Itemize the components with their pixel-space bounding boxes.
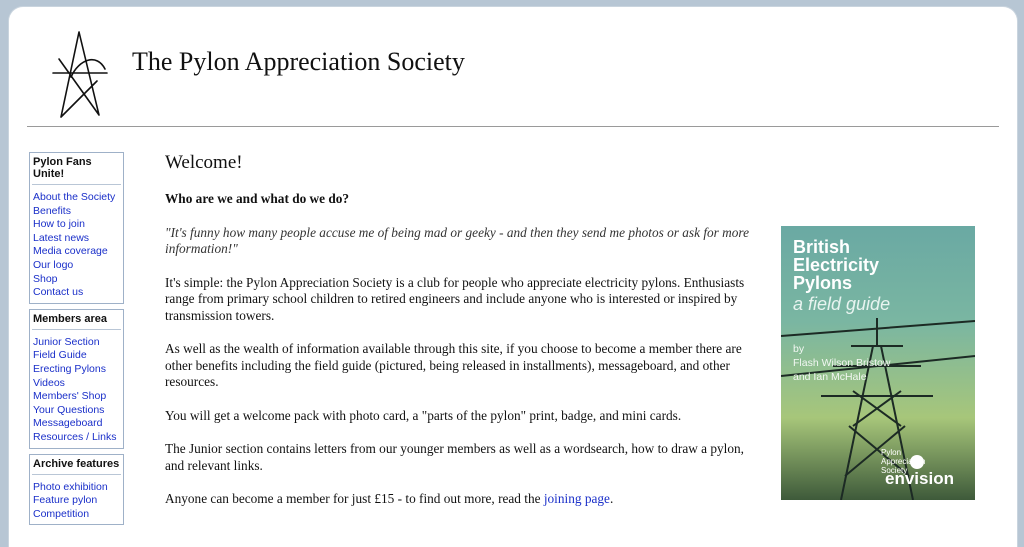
page-container: The Pylon Appreciation Society Pylon Fan…	[9, 7, 1017, 547]
site-title: The Pylon Appreciation Society	[132, 47, 465, 76]
sidebar-link-media-coverage[interactable]: Media coverage	[32, 245, 121, 259]
sidebar: Pylon Fans Unite! About the Society Bene…	[29, 152, 124, 530]
cover-publisher-line: Appreciation	[881, 457, 926, 466]
sidebar-link-feature-pylon[interactable]: Feature pylon	[32, 494, 121, 508]
cover-by: by	[793, 343, 805, 355]
intro-quote: "It's funny how many people accuse me of…	[165, 224, 750, 257]
field-guide-cover-image[interactable]: British Electricity Pylons a field guide…	[781, 226, 975, 500]
paragraph-membership: Anyone can become a member for just £15 …	[165, 491, 765, 508]
sidebar-link-erecting-pylons[interactable]: Erecting Pylons	[32, 363, 121, 377]
sidebar-link-competition[interactable]: Competition	[32, 508, 121, 522]
sidebar-box-title: Pylon Fans Unite!	[32, 155, 121, 185]
cover-subtitle: a field guide	[793, 294, 891, 314]
sidebar-link-contact-us[interactable]: Contact us	[32, 286, 121, 300]
sidebar-link-junior-section[interactable]: Junior Section	[32, 336, 121, 350]
cover-title-line: British	[793, 237, 851, 257]
sidebar-link-messageboard[interactable]: Messageboard	[32, 417, 121, 431]
paragraph-about: It's simple: the Pylon Appreciation Soci…	[165, 274, 745, 323]
intro-subheading: Who are we and what do we do?	[165, 191, 350, 206]
cover-author: Flash Wilson Bristow	[793, 357, 891, 369]
cover-authors: by Flash Wilson Bristow and Ian McHale	[793, 342, 890, 384]
sidebar-link-resources-links[interactable]: Resources / Links	[32, 431, 121, 445]
header-divider	[27, 126, 999, 127]
cover-title-line: Pylons	[793, 273, 853, 293]
paragraph-junior-section: The Junior section contains letters from…	[165, 441, 744, 473]
joining-page-link[interactable]: joining page	[544, 491, 610, 506]
sidebar-box-pylon-fans-unite: Pylon Fans Unite! About the Society Bene…	[29, 152, 124, 304]
sidebar-box-title: Members area	[32, 312, 121, 330]
sidebar-link-your-questions[interactable]: Your Questions	[32, 404, 121, 418]
sidebar-link-photo-exhibition[interactable]: Photo exhibition	[32, 481, 121, 495]
pylon-logo-icon[interactable]	[49, 29, 111, 121]
sidebar-link-members-shop[interactable]: Members' Shop	[32, 390, 121, 404]
sidebar-link-latest-news[interactable]: Latest news	[32, 232, 121, 246]
cover-author: and Ian McHale	[793, 371, 867, 383]
main-content: Welcome! Who are we and what do we do? "…	[165, 152, 765, 525]
sidebar-box-title: Archive features	[32, 457, 121, 475]
cover-publisher-line: Pylon	[881, 448, 902, 457]
sidebar-link-about-the-society[interactable]: About the Society	[32, 191, 121, 205]
sidebar-box-members-area: Members area Junior Section Field Guide …	[29, 308, 124, 449]
sidebar-link-benefits[interactable]: Benefits	[32, 205, 121, 219]
sidebar-link-field-guide[interactable]: Field Guide	[32, 349, 121, 363]
membership-text-end: .	[609, 491, 614, 506]
sidebar-link-videos[interactable]: Videos	[32, 377, 121, 391]
sidebar-link-our-logo[interactable]: Our logo	[32, 259, 121, 273]
membership-text: Anyone can become a member for just £15 …	[165, 491, 544, 506]
cover-title-line: Electricity	[793, 255, 880, 275]
welcome-heading: Welcome!	[165, 152, 243, 173]
sidebar-box-archive-features: Archive features Photo exhibition Featur…	[29, 453, 124, 526]
sidebar-link-how-to-join[interactable]: How to join	[32, 218, 121, 232]
paragraph-welcome-pack: You will get a welcome pack with photo c…	[165, 407, 682, 423]
cover-title: British Electricity Pylons	[793, 238, 879, 292]
cover-envision-logo: envision	[885, 469, 954, 488]
paragraph-benefits: As well as the wealth of information ava…	[165, 341, 742, 389]
sidebar-link-shop[interactable]: Shop	[32, 273, 121, 287]
